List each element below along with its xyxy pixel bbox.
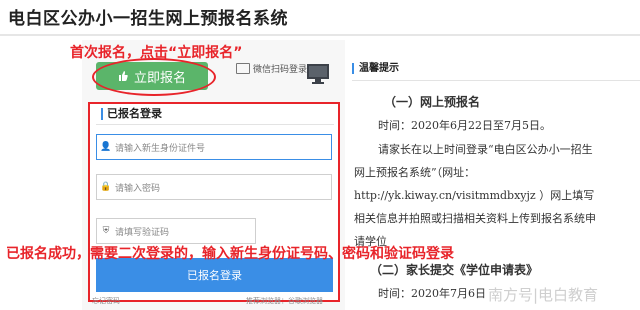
- monitor-icon: [236, 63, 250, 74]
- forgot-password-link[interactable]: 忘记密码: [92, 296, 120, 306]
- header-divider: [0, 34, 640, 36]
- captcha-input[interactable]: ⛨ 请填写验证码: [96, 218, 256, 244]
- qr-monitor-icon[interactable]: [306, 62, 330, 86]
- tips-title: 温馨提示: [352, 63, 399, 74]
- id-number-input[interactable]: 👤 请输入新生身份证件号: [96, 134, 332, 160]
- section1-heading: （一）网上预报名: [384, 95, 481, 109]
- captcha-placeholder: 请填写验证码: [115, 227, 170, 238]
- page-title: 电白区公办小一招生网上预报名系统: [8, 9, 288, 29]
- login-title-divider: [96, 124, 334, 125]
- id-number-placeholder: 请输入新生身份证件号: [115, 143, 206, 154]
- shield-icon: ⛨: [102, 226, 110, 236]
- wechat-login-link[interactable]: 微信扫码登录: [236, 62, 307, 75]
- tips-line: 请学位: [354, 235, 387, 248]
- section2-heading: （二）家长提交《学位申请表》: [370, 263, 539, 277]
- section2-time: 时间：2020年7月6日: [378, 287, 486, 300]
- tips-divider: [352, 80, 640, 81]
- watermark: 南方号|电白教育: [488, 286, 599, 304]
- browser-recommendation: 推荐浏览器：谷歌浏览器: [246, 297, 323, 305]
- highlight-ellipse: [92, 58, 216, 96]
- wechat-login-label: 微信扫码登录: [253, 65, 308, 75]
- tips-line: 网上预报名系统”（网址：: [354, 166, 476, 179]
- user-icon: 👤: [100, 142, 112, 152]
- section1-time: 时间：2020年6月22日至7月5日。: [378, 119, 551, 132]
- tips-line: 相关信息并拍照或扫描相关资料上传到报名系统申: [354, 212, 596, 225]
- tips-line: http://yk.kiway.cn/visitmmdbxyjz ）网上填写: [354, 189, 595, 202]
- password-placeholder: 请输入密码: [115, 183, 161, 194]
- login-submit-button[interactable]: 已报名登录: [96, 258, 333, 292]
- lock-icon: 🔒: [100, 182, 112, 192]
- tips-line: 请家长在以上时间登录“电白区公办小一招生: [378, 143, 593, 156]
- login-title: 已报名登录: [101, 108, 162, 120]
- password-input[interactable]: 🔒 请输入密码: [96, 174, 332, 200]
